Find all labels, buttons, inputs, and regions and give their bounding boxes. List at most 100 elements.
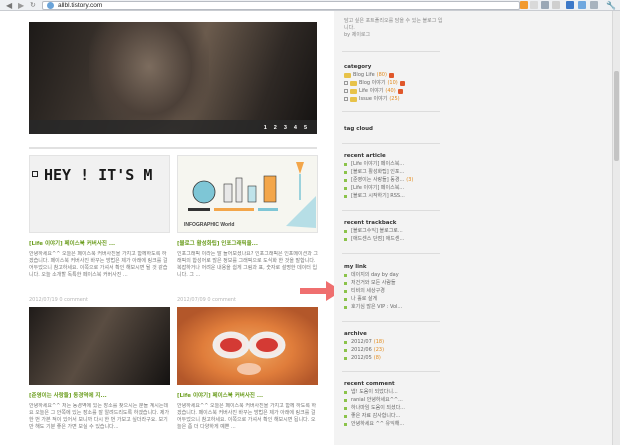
my-link-list: 데이지의 day by day 저건거와 모든 사람들 티비의 세상구경 나 홀… xyxy=(344,271,402,311)
bullet-icon xyxy=(344,406,347,410)
comment-item[interactable]: ranial 안녕하세요^^... xyxy=(344,396,405,404)
bookmark-icon[interactable] xyxy=(530,1,538,9)
category-item[interactable]: Issue 이야기 (25) xyxy=(344,95,405,103)
recent-article-item[interactable]: [블로그 시작하기] RSS... xyxy=(344,192,413,200)
divider xyxy=(342,51,440,52)
post-thumbnail[interactable] xyxy=(29,307,170,385)
slider-page-1[interactable]: 1 xyxy=(264,125,267,131)
slider-page-3[interactable]: 3 xyxy=(284,125,287,131)
post-title[interactable]: [Life 이야기] 페이스북 커버사진 ... xyxy=(29,239,170,247)
category-label: Life 이야기 xyxy=(359,88,384,94)
post-card: [준영이는 사랑들] 동경역에 지... 안녕하세요^^ 저는 동경역에 있는 … xyxy=(29,307,170,445)
folder-icon xyxy=(350,88,357,94)
archive-item[interactable]: 2012/06 (23) xyxy=(344,346,384,354)
slider-page-2[interactable]: 2 xyxy=(274,125,277,131)
item-label: [블로그 시작하기] RSS... xyxy=(351,193,405,199)
recent-article-item[interactable]: [Life 이야기] 페이스북... xyxy=(344,184,413,192)
featured-slider[interactable]: 1 2 3 4 5 xyxy=(29,22,317,134)
back-icon[interactable]: ◀ xyxy=(6,1,12,10)
bullet-icon xyxy=(344,398,347,402)
post-title[interactable]: [블로그 활성화팁] 인포그래픽을... xyxy=(177,239,318,247)
category-item[interactable]: Blog Life (80) xyxy=(344,71,405,79)
archive-item[interactable]: 2012/05 (8) xyxy=(344,354,384,362)
comment-item[interactable]: 안녕하세요 ^^ 유익해... xyxy=(344,420,405,428)
item-label: ranial 안녕하세요^^... xyxy=(351,397,403,403)
checkbox-graphic xyxy=(32,171,38,177)
bullet-icon xyxy=(344,390,347,394)
category-count: (80) xyxy=(376,72,387,78)
item-label: [Life 이야기] 페이스북... xyxy=(351,161,405,167)
recent-comment-heading: recent comment xyxy=(344,381,395,387)
rss-icon[interactable] xyxy=(520,1,528,9)
comment-item[interactable]: 좋은 자료 감사합니다... xyxy=(344,412,405,420)
post-thumbnail[interactable] xyxy=(177,307,318,385)
blog-author[interactable]: by 제이로그 xyxy=(344,32,370,38)
bullet-icon xyxy=(344,289,347,293)
link-item[interactable]: 티비의 세상구경 xyxy=(344,287,402,295)
extension-icon[interactable] xyxy=(541,1,549,9)
recent-article-item[interactable]: [Life 이야기] 페이스북... xyxy=(344,160,413,168)
archive-item[interactable]: 2012/07 (18) xyxy=(344,338,384,346)
post-title[interactable]: [Life 이야기] 페이스북 커버사진 ... xyxy=(177,391,318,399)
wrench-icon[interactable]: 🔧 xyxy=(606,1,616,10)
category-item[interactable]: Blog 이야기 (10) xyxy=(344,79,405,87)
bullet-icon xyxy=(344,186,347,190)
recent-trackback-list: [블로그수익] 블로그로... [애드센스 단점] 애드센... xyxy=(344,227,404,243)
link-item[interactable]: 나 홀로 살게 xyxy=(344,295,402,303)
extension-icon-4[interactable] xyxy=(590,1,598,9)
recent-article-heading: recent article xyxy=(344,153,386,159)
post-excerpt: 인포그래픽 이라는 말 들어보셨나요? 인포그래픽은 인포메이션과 그래픽의 합… xyxy=(177,251,318,278)
slider-pager: 1 2 3 4 5 xyxy=(29,120,317,134)
slider-figure xyxy=(89,22,209,134)
forward-icon[interactable]: ▶ xyxy=(18,1,24,10)
slider-page-5[interactable]: 5 xyxy=(304,125,307,131)
url-text[interactable]: allbl.tistory.com xyxy=(58,1,102,10)
post-title[interactable]: [준영이는 사랑들] 동경역에 지... xyxy=(29,391,170,399)
my-link-heading: my link xyxy=(344,264,367,270)
item-label: 넵! 도움이 되었다니... xyxy=(351,389,398,395)
new-badge-icon xyxy=(388,72,394,78)
link-item[interactable]: 저건거와 모든 사람들 xyxy=(344,279,402,287)
post-excerpt: 안녕하세요^^ 저는 동경역에 있는 장소를 찾으시는 분들 계시는데요 오늘은… xyxy=(29,403,170,430)
category-label: Blog Life xyxy=(353,72,375,78)
recent-article-item[interactable]: [준영이는 사랑들] 동경... (3) xyxy=(344,176,413,184)
star-icon[interactable] xyxy=(552,1,560,9)
link-item[interactable]: 호기심 많은 VIP : Vol... xyxy=(344,303,402,311)
extension-icon-2[interactable] xyxy=(566,1,574,9)
category-label: Blog 이야기 xyxy=(359,80,386,86)
recent-article-item[interactable]: [블로그 활성화팁] 인포... xyxy=(344,168,413,176)
item-label: [블로그 활성화팁] 인포... xyxy=(351,169,405,175)
post-thumbnail[interactable]: INFOGRAPHIC World xyxy=(177,155,318,233)
category-item[interactable]: Life 이야기 (40) xyxy=(344,87,405,95)
scrollbar[interactable] xyxy=(612,11,620,445)
post-thumbnail[interactable]: HEY ! IT'S M xyxy=(29,155,170,233)
reload-icon[interactable]: ↻ xyxy=(30,1,36,9)
folder-icon xyxy=(350,96,357,102)
item-label: 좋은 자료 감사합니다... xyxy=(351,413,401,419)
post-card: HEY ! IT'S M [Life 이야기] 페이스북 커버사진 ... 안녕… xyxy=(29,155,170,303)
trackback-item[interactable]: [블로그수익] 블로그로... xyxy=(344,227,404,235)
expand-icon[interactable] xyxy=(344,89,348,93)
post-card: [Life 이야기] 페이스북 커버사진 ... 안녕하세요^^ 오늘은 페이스… xyxy=(177,307,318,445)
bullet-icon xyxy=(344,229,347,233)
divider xyxy=(342,143,440,144)
link-item[interactable]: 데이지의 day by day xyxy=(344,271,402,279)
scrollbar-thumb[interactable] xyxy=(614,71,619,161)
divider xyxy=(342,371,440,372)
item-label: [블로그수익] 블로그로... xyxy=(351,228,403,234)
item-label: [Life 이야기] 페이스북... xyxy=(351,185,405,191)
comment-item[interactable]: 하나마임 도움이 되셨다... xyxy=(344,404,405,412)
expand-icon[interactable] xyxy=(344,97,348,101)
slider-page-4[interactable]: 4 xyxy=(294,125,297,131)
trackback-item[interactable]: [애드센스 단점] 애드센... xyxy=(344,235,404,243)
address-bar[interactable] xyxy=(42,1,520,10)
thumbnail-text: HEY ! IT'S M xyxy=(44,166,153,184)
divider xyxy=(342,253,440,254)
divider xyxy=(29,147,317,149)
bullet-icon xyxy=(344,356,347,360)
extension-icon-3[interactable] xyxy=(578,1,586,9)
comment-item[interactable]: 넵! 도움이 되었다니... xyxy=(344,388,405,396)
item-label: 2012/06 xyxy=(351,347,372,353)
expand-icon[interactable] xyxy=(344,81,348,85)
post-excerpt: 안녕하세요^^ 오늘은 페이스북 커버사진을 가지고 함께 하도록 하겠습니다.… xyxy=(177,403,317,430)
